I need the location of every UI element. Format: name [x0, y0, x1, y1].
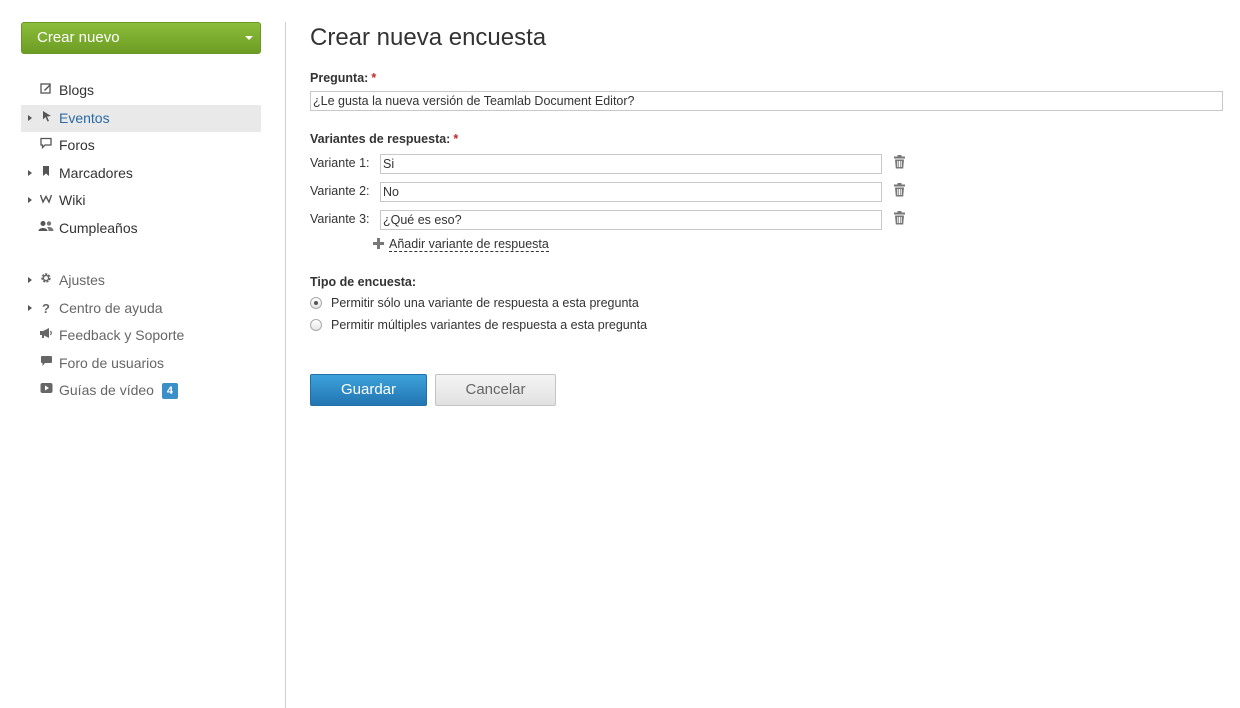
sidebar-item-label: Centro de ayuda: [59, 299, 163, 316]
sidebar-item-label: Foros: [59, 137, 95, 153]
trash-icon[interactable]: [893, 211, 906, 227]
wiki-icon: [38, 187, 54, 214]
vertical-divider: [285, 22, 286, 708]
sidebar-item-cumpleanos[interactable]: Cumpleaños: [21, 215, 261, 243]
variant-label: Variante 2:: [310, 184, 370, 198]
speech-bubble-icon: [38, 350, 54, 377]
modules-nav: Blogs Eventos Foros Marcadores Wiki Cump…: [21, 77, 261, 242]
poll-type-label: Tipo de encuesta:: [310, 275, 417, 289]
expand-arrow-icon[interactable]: [28, 277, 32, 283]
expand-arrow-icon[interactable]: [28, 169, 32, 176]
sidebar-item-label: Foro de usuarios: [59, 354, 165, 371]
gear-icon: [38, 267, 54, 294]
trash-icon[interactable]: [893, 155, 906, 171]
plus-icon: [372, 237, 384, 249]
trash-icon[interactable]: [893, 183, 906, 199]
edit-icon: [38, 77, 54, 104]
sidebar-item-label: Feedback y Soporte: [59, 327, 185, 343]
sidebar-item-feedback[interactable]: Feedback y Soporte: [21, 322, 261, 350]
sidebar-item-eventos[interactable]: Eventos: [21, 104, 261, 132]
radio-single[interactable]: [310, 297, 322, 309]
create-new-button[interactable]: Crear nuevo: [21, 22, 261, 54]
save-button[interactable]: Guardar: [310, 374, 427, 406]
sidebar-item-marcadores[interactable]: Marcadores: [21, 160, 261, 188]
sidebar-item-foros[interactable]: Foros: [21, 132, 261, 160]
sidebar-item-label: Eventos: [59, 109, 110, 126]
sidebar: Crear nuevo Blogs Eventos Foros Marcador…: [0, 0, 285, 708]
cancel-button[interactable]: Cancelar: [435, 374, 556, 406]
expand-arrow-icon[interactable]: [28, 304, 32, 311]
variant-label: Variante 1:: [310, 156, 370, 170]
variant-label: Variante 3:: [310, 212, 370, 226]
variants-label-text: Variantes de respuesta:: [310, 132, 451, 146]
sidebar-item-guias-video[interactable]: Guías de vídeo 4: [21, 377, 261, 405]
question-icon: ?: [42, 300, 50, 316]
sidebar-item-foro-usuarios[interactable]: Foro de usuarios: [21, 350, 261, 378]
chevron-down-icon[interactable]: [245, 36, 253, 40]
sidebar-item-centro-ayuda[interactable]: ? Centro de ayuda: [21, 295, 261, 323]
sidebar-item-label: Marcadores: [59, 164, 133, 181]
sidebar-item-text: Guías de vídeo: [59, 382, 154, 398]
video-icon: [38, 377, 54, 404]
sidebar-item-label: Guías de vídeo 4: [59, 377, 178, 404]
sidebar-item-ajustes[interactable]: Ajustes: [21, 267, 261, 295]
required-mark: *: [371, 71, 377, 85]
radio-multiple[interactable]: [310, 319, 322, 331]
expand-arrow-icon[interactable]: [28, 197, 32, 203]
sidebar-item-label: Blogs: [59, 82, 95, 98]
expand-arrow-icon[interactable]: [28, 114, 32, 121]
poll-form: Crear nueva encuesta Pregunta:* Variante…: [310, 0, 1225, 708]
variant-input-3[interactable]: [380, 210, 882, 230]
radio-label: Permitir sólo una variante de respuesta …: [331, 296, 639, 310]
question-label: Pregunta: *: [310, 71, 376, 85]
question-input[interactable]: [310, 91, 1223, 111]
pin-icon: [38, 105, 54, 132]
video-count-badge: 4: [161, 383, 178, 399]
add-variant-label[interactable]: Añadir variante de respuesta: [389, 237, 549, 252]
bookmark-icon: [38, 160, 54, 187]
comment-icon: [38, 132, 54, 159]
sidebar-item-label: Wiki: [59, 192, 86, 208]
sidebar-item-label: Cumpleaños: [59, 219, 138, 236]
required-mark: *: [453, 132, 459, 146]
users-icon: [38, 215, 54, 242]
variant-input-1[interactable]: [380, 154, 882, 174]
variant-input-2[interactable]: [380, 182, 882, 202]
radio-label: Permitir múltiples variantes de respuest…: [331, 318, 648, 332]
create-new-label: Crear nuevo: [37, 29, 120, 46]
question-label-text: Pregunta:: [310, 71, 369, 85]
settings-nav: Ajustes ? Centro de ayuda Feedback y Sop…: [21, 267, 261, 405]
page-title: Crear nueva encuesta: [310, 24, 547, 51]
variants-label: Variantes de respuesta: *: [310, 132, 458, 146]
sidebar-item-wiki[interactable]: Wiki: [21, 187, 261, 215]
megaphone-icon: [38, 322, 54, 349]
sidebar-item-label: Ajustes: [59, 272, 105, 288]
sidebar-item-blogs[interactable]: Blogs: [21, 77, 261, 105]
